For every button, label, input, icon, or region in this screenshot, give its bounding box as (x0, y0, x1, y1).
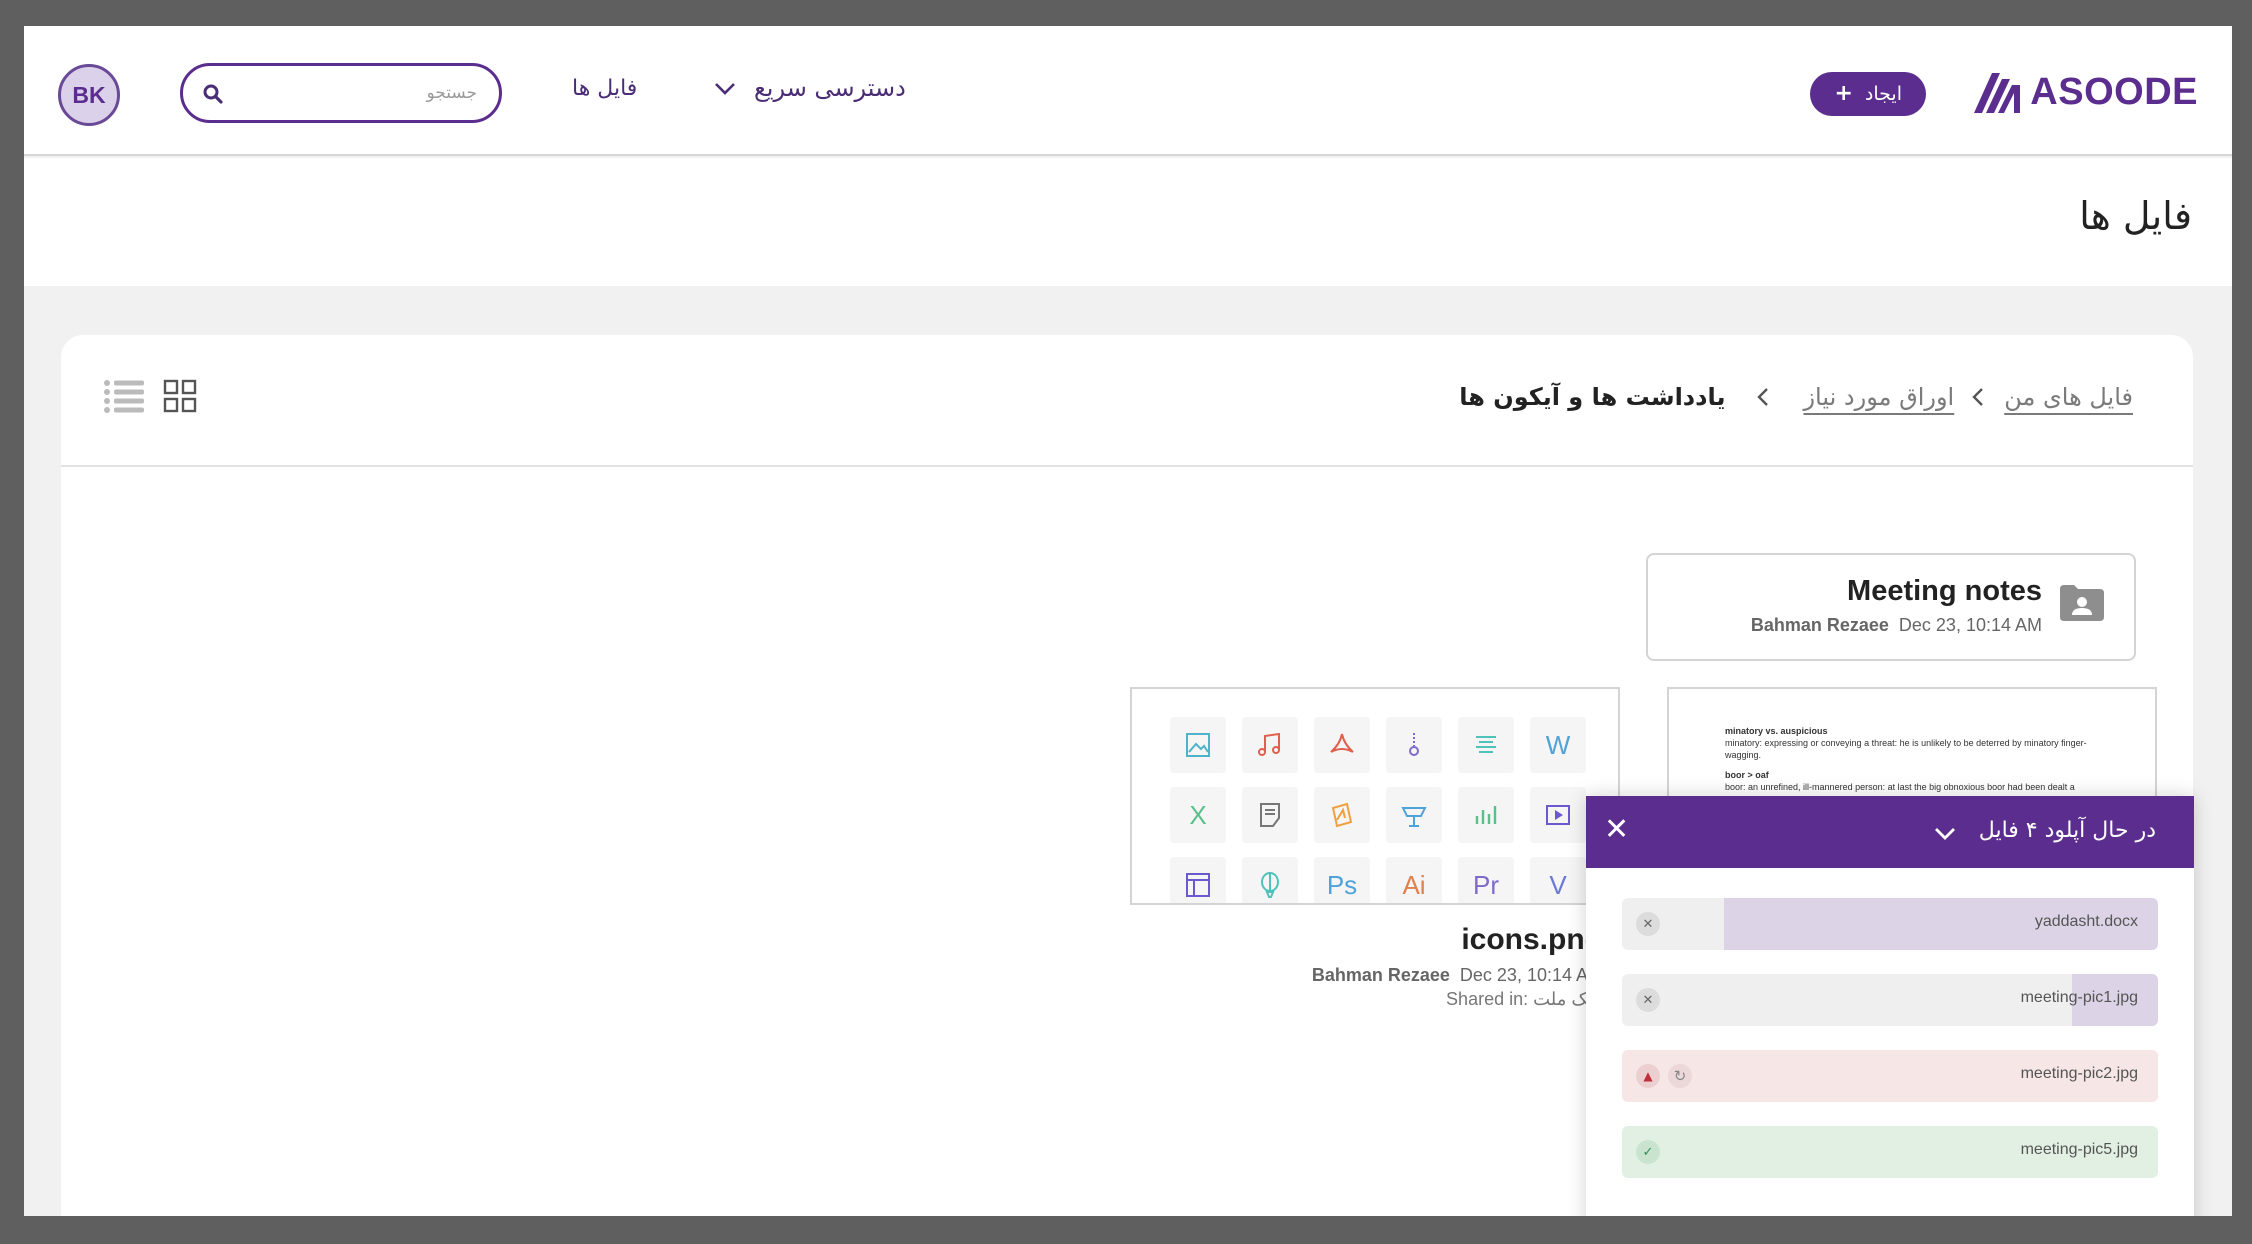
error-warning-icon: ▲ (1636, 1064, 1660, 1088)
video-icon (1530, 787, 1586, 843)
nav-files-link[interactable]: فایل ها (572, 76, 637, 101)
note-icon (1242, 787, 1298, 843)
illustrator-icon: Ai (1386, 857, 1442, 903)
sketch-icon (1314, 787, 1370, 843)
upload-item: meeting-pic1.jpg ✕ (1622, 974, 2158, 1026)
doc-line: minatory: expressing or conveying a thre… (1725, 738, 2087, 748)
vector-icon: V (1530, 857, 1586, 903)
upload-item: yaddasht.docx ✕ (1622, 898, 2158, 950)
upload-panel-header: در حال آپلود ۴ فایل ✕ (1586, 796, 2194, 868)
layout-icon (1170, 857, 1226, 903)
upload-file-name: meeting-pic5.jpg (2020, 1141, 2138, 1158)
cancel-upload-icon[interactable]: ✕ (1636, 988, 1660, 1012)
file-owner: Bahman Rezaee (1311, 965, 1450, 985)
page-title-bar: فایل ها (24, 158, 2232, 286)
logo-text: ASOODE (2030, 70, 2198, 113)
brand-logo[interactable]: ASOODE (1970, 69, 2198, 115)
archive-icon (1386, 717, 1442, 773)
upload-file-name: meeting-pic2.jpg (2020, 1065, 2138, 1082)
breadcrumb: فایل های من اوراق مورد نیاز یادداشت ها و… (1459, 383, 2133, 411)
excel-icon: X (1170, 787, 1226, 843)
photoshop-icon: Ps (1314, 857, 1370, 903)
close-icon[interactable]: ✕ (1604, 812, 1629, 847)
chevron-left-icon (1757, 388, 1769, 406)
folder-date: Dec 23, 10:14 AM (1898, 615, 2042, 635)
folder-card[interactable]: Meeting notes Bahman Rezaee Dec 23, 10:1… (1646, 553, 2136, 661)
pdf-icon (1314, 717, 1370, 773)
create-label: ایجاد (1864, 83, 1902, 105)
doc-line: wagging. (1725, 750, 1762, 760)
collapse-chevron-icon[interactable] (1932, 820, 1958, 846)
upload-item: meeting-pic5.jpg ✓ (1622, 1126, 2158, 1178)
file-name[interactable]: icons.png (1461, 923, 1603, 957)
keynote-icon (1386, 787, 1442, 843)
doc-line: boor: an unrefined, ill-mannered person:… (1725, 782, 2075, 792)
search-input[interactable]: جستجو (180, 63, 502, 123)
asoode-logo-icon (1974, 73, 2021, 113)
file-meta: Bahman Rezaee Dec 23, 10:14 AM (1312, 965, 1603, 986)
files-toolbar: فایل های من اوراق مورد نیاز یادداشت ها و… (61, 335, 2193, 467)
folder-meta: Bahman Rezaee Dec 23, 10:14 AM (1751, 615, 2042, 636)
image-icon (1170, 717, 1226, 773)
quick-access-label: دسترسی سریع (754, 74, 906, 102)
breadcrumb-required-papers[interactable]: اوراق مورد نیاز (1803, 383, 1954, 411)
user-avatar[interactable]: BK (58, 64, 120, 126)
numbers-icon (1458, 787, 1514, 843)
check-icon: ✓ (1636, 1140, 1660, 1164)
search-icon[interactable] (201, 82, 225, 106)
file-shared-in: Shared in: بانک ملت (1446, 989, 1603, 1009)
quick-access-menu[interactable]: دسترسی سریع (712, 74, 906, 102)
plus-icon: + (1834, 81, 1853, 106)
premiere-icon: Pr (1458, 857, 1514, 903)
breadcrumb-current: یادداشت ها و آیکون ها (1459, 383, 1726, 411)
doc-line: boor > oaf (1725, 770, 1769, 780)
create-button[interactable]: ایجاد + (1810, 72, 1926, 116)
upload-item: meeting-pic2.jpg ▲ ↻ (1622, 1050, 2158, 1102)
search-placeholder: جستجو (426, 83, 477, 103)
chevron-down-icon (715, 83, 735, 95)
folder-owner: Bahman Rezaee (1750, 615, 1889, 635)
image-thumbnail[interactable]: W X Ps Ai Pr V (1130, 687, 1620, 905)
upload-panel: در حال آپلود ۴ فایل ✕ yaddasht.docx ✕ me… (1586, 796, 2194, 1216)
shared-folder-icon (2060, 585, 2104, 621)
cancel-upload-icon[interactable]: ✕ (1636, 912, 1660, 936)
chevron-left-icon (1972, 388, 1984, 406)
top-header: ASOODE ایجاد + دسترسی سریع فایل ها جستجو… (24, 26, 2232, 156)
breadcrumb-my-files[interactable]: فایل های من (2004, 383, 2133, 411)
upload-file-name: meeting-pic1.jpg (2020, 989, 2138, 1006)
upload-title: در حال آپلود ۴ فایل (1978, 818, 2156, 843)
folder-name: Meeting notes (1847, 575, 2042, 607)
word-icon: W (1530, 717, 1586, 773)
upload-file-name: yaddasht.docx (2034, 913, 2138, 930)
music-icon (1242, 717, 1298, 773)
file-date: Dec 23, 10:14 AM (1459, 965, 1603, 985)
doc-line: minatory vs. auspicious (1725, 726, 1828, 736)
app-window: ASOODE ایجاد + دسترسی سریع فایل ها جستجو… (24, 26, 2232, 1216)
text-icon (1458, 717, 1514, 773)
balloon-icon (1242, 857, 1298, 903)
retry-icon[interactable]: ↻ (1668, 1064, 1692, 1088)
page-title: فایل ها (2079, 194, 2192, 238)
list-view-icon[interactable] (104, 379, 144, 413)
grid-view-icon[interactable] (163, 379, 197, 413)
icon-grid: W X Ps Ai Pr V (1170, 717, 1586, 903)
